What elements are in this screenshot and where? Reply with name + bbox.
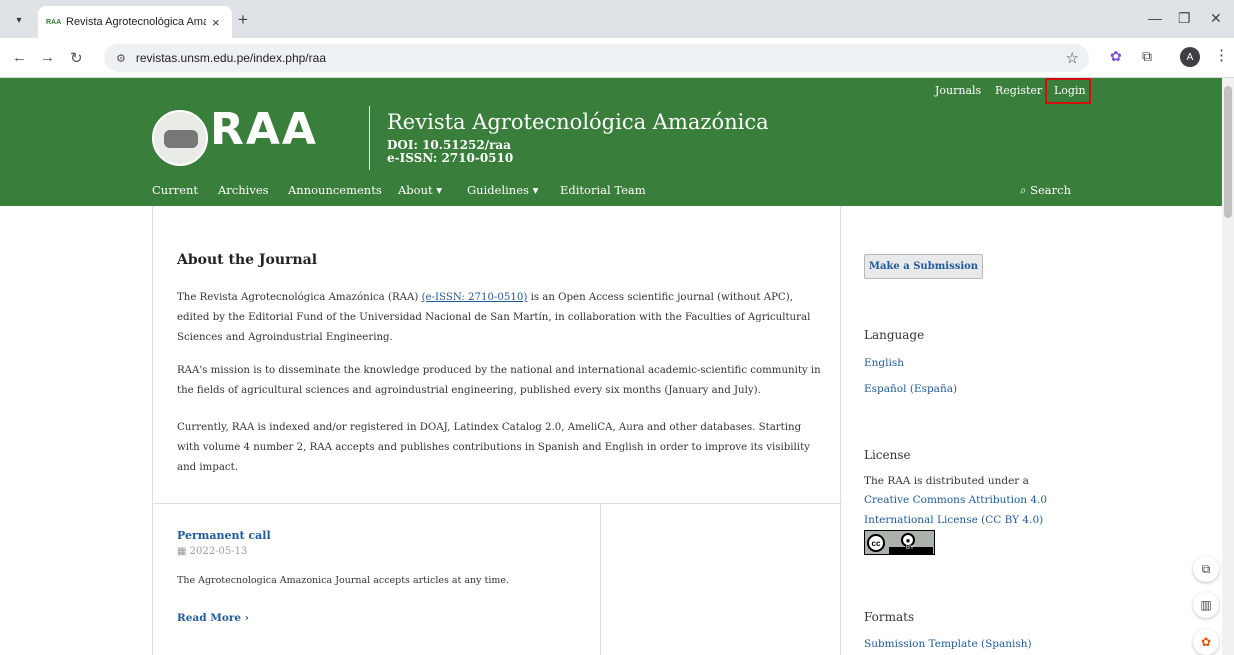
announcement-title[interactable]: Permanent call: [177, 529, 271, 542]
formats-heading: Formats: [864, 610, 915, 624]
extension-brain-icon[interactable]: ✿: [1110, 48, 1122, 65]
extensions-puzzle-icon[interactable]: ⧉: [1142, 48, 1152, 65]
restore-icon[interactable]: ❐: [1178, 10, 1191, 27]
about-paragraph-2: RAA's mission is to disseminate the know…: [177, 365, 821, 396]
sidebar: Make a Submission Language English Españ…: [841, 206, 1222, 655]
read-more-link[interactable]: Read More ›: [177, 612, 249, 624]
forward-icon[interactable]: →: [40, 49, 55, 66]
browser-tab[interactable]: RAA Revista Agrotecnológica Amazó ×: [38, 6, 232, 38]
reload-icon[interactable]: ↻: [70, 49, 83, 67]
by-label: BY: [906, 545, 915, 551]
chevron-right-icon: ›: [244, 612, 249, 624]
address-bar-row: ← → ↻ ⚙ revistas.unsm.edu.pe/index.php/r…: [0, 38, 1234, 78]
by-bar: BY: [889, 545, 933, 554]
nav-announcements[interactable]: Announcements: [288, 183, 382, 197]
search-icon: ⌕: [1020, 183, 1031, 197]
profile-avatar[interactable]: A: [1180, 47, 1200, 67]
make-submission-button[interactable]: Make a Submission: [864, 254, 983, 279]
cc-by-badge[interactable]: cc ● BY: [864, 530, 935, 555]
nav-archives[interactable]: Archives: [218, 183, 269, 197]
license-text: The RAA is distributed under a: [864, 475, 1029, 487]
eissn-link[interactable]: (e-ISSN: 2710-0510): [422, 292, 528, 303]
close-window-icon[interactable]: ✕: [1210, 10, 1222, 27]
journal-identifiers: DOI: 10.51252/raa e-ISSN: 2710-0510: [387, 139, 513, 165]
bookmark-star-icon[interactable]: ☆: [1066, 49, 1079, 67]
about-paragraph-3: Currently, RAA is indexed and/or registe…: [177, 422, 810, 473]
tab-close-icon[interactable]: ×: [212, 15, 220, 30]
journal-name[interactable]: Revista Agrotecnológica Amazónica: [387, 110, 769, 134]
divider-vertical: [600, 503, 601, 655]
language-spanish[interactable]: Español (España): [864, 383, 957, 395]
url-text: revistas.unsm.edu.pe/index.php/raa: [135, 51, 326, 65]
about-title: About the Journal: [177, 252, 318, 268]
language-heading: Language: [864, 328, 925, 342]
login-highlight: [1045, 78, 1091, 104]
submission-template-link[interactable]: Submission Template (Spanish): [864, 638, 1032, 650]
translate-icon[interactable]: ⧉: [1193, 556, 1219, 582]
eissn-text: e-ISSN: 2710-0510: [387, 151, 514, 165]
reader-mode-icon[interactable]: ▥: [1193, 592, 1219, 618]
logo-text[interactable]: RAA: [210, 104, 318, 155]
announcement-date: ▦ 2022-05-13: [177, 546, 247, 557]
nav-register[interactable]: Register: [995, 84, 1042, 97]
cc-icon: cc: [867, 534, 885, 552]
site-info-icon[interactable]: ⚙: [116, 52, 126, 65]
language-english[interactable]: English: [864, 357, 904, 369]
license-heading: License: [864, 448, 911, 462]
nav-editorial-team[interactable]: Editorial Team: [560, 183, 646, 197]
back-icon[interactable]: ←: [12, 49, 27, 66]
browser-menu-icon[interactable]: ⋮: [1214, 46, 1229, 64]
announcement-date-text: 2022-05-13: [189, 546, 248, 557]
calendar-icon: ▦: [177, 546, 190, 557]
nav-guidelines[interactable]: Guidelines ▾: [467, 183, 538, 197]
p1-text-before: The Revista Agrotecnológica Amazónica (R…: [177, 292, 422, 303]
logo-divider: [369, 106, 370, 170]
main-content: About the Journal The Revista Agrotecnol…: [152, 206, 842, 655]
search-link[interactable]: ⌕ Search: [1020, 183, 1071, 198]
announcement-text: The Agrotecnologica Amazonica Journal ac…: [177, 575, 510, 586]
scrollbar-thumb[interactable]: [1224, 86, 1232, 218]
search-label: Search: [1030, 183, 1071, 197]
browser-tab-bar: ▾ RAA Revista Agrotecnológica Amazó × + …: [0, 0, 1234, 38]
nav-current[interactable]: Current: [152, 183, 198, 197]
minimize-icon[interactable]: —: [1148, 10, 1162, 26]
tab-search-icon[interactable]: ▾: [8, 9, 30, 31]
ai-assistant-icon[interactable]: ✿: [1193, 629, 1219, 655]
divider: [153, 503, 842, 504]
url-input[interactable]: ⚙ revistas.unsm.edu.pe/index.php/raa ☆: [104, 44, 1089, 72]
tab-title: Revista Agrotecnológica Amazó: [66, 16, 206, 28]
nav-journals[interactable]: Journals: [935, 84, 981, 97]
logo-tractor-icon: [152, 110, 208, 166]
favicon-icon: RAA: [46, 18, 62, 26]
about-paragraph-1: The Revista Agrotecnológica Amazónica (R…: [177, 288, 822, 348]
license-link-line2[interactable]: International License (CC BY 4.0): [864, 514, 1043, 526]
site-header: Journals Register Login RAA Revista Agro…: [0, 78, 1222, 206]
new-tab-icon[interactable]: +: [238, 10, 248, 30]
read-more-label: Read More: [177, 612, 242, 624]
nav-about[interactable]: About ▾: [398, 183, 442, 197]
license-link-line1[interactable]: Creative Commons Attribution 4.0: [864, 494, 1047, 506]
